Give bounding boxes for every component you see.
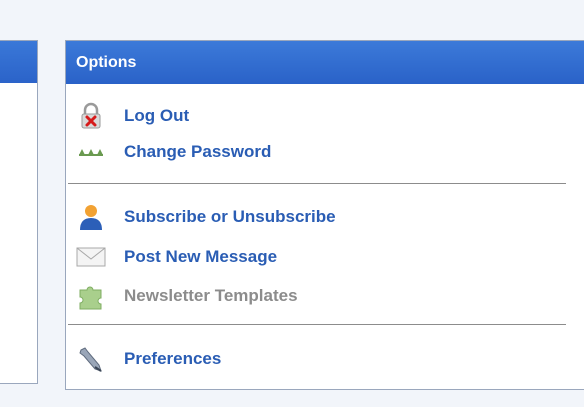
wrench-icon [76,344,106,374]
envelope-icon [76,242,106,272]
preferences-link[interactable]: Preferences [124,349,221,369]
menu-item-post-new-message[interactable]: Post New Message [76,242,277,272]
options-panel: Options Log Out Change Password Subscrib… [65,40,584,390]
subscribe-link[interactable]: Subscribe or Unsubscribe [124,207,336,227]
menu-item-preferences[interactable]: Preferences [76,344,221,374]
puzzle-icon [76,281,106,311]
divider [68,324,566,325]
lock-logout-icon [76,101,106,131]
newsletter-templates-label: Newsletter Templates [124,286,298,305]
menu-item-subscribe[interactable]: Subscribe or Unsubscribe [76,202,336,232]
menu-item-newsletter-templates: Newsletter Templates [76,281,298,311]
left-panel-header [0,41,37,83]
post-new-message-link[interactable]: Post New Message [124,247,277,267]
menu-item-change-password[interactable]: Change Password [76,137,271,167]
change-password-link[interactable]: Change Password [124,142,271,162]
divider [68,183,566,184]
user-icon [76,202,106,232]
options-header: Options [66,41,584,84]
log-out-link[interactable]: Log Out [124,106,189,126]
password-dots-icon [76,137,106,167]
menu-item-log-out[interactable]: Log Out [76,101,189,131]
left-panel [0,40,38,384]
